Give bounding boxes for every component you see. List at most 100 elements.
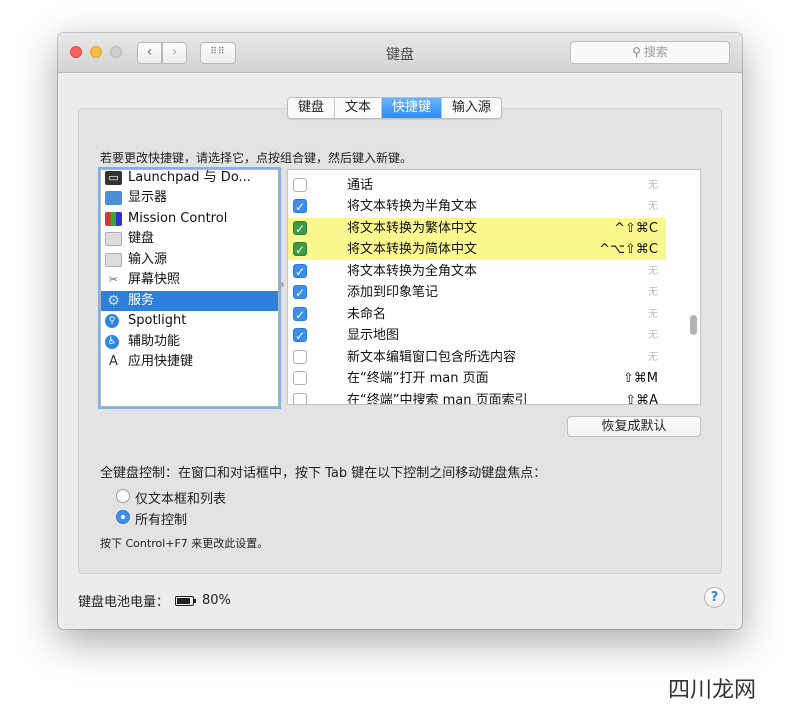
category-accessibility[interactable]: ♿ 辅助功能: [101, 332, 278, 352]
tab-bar: 键盘 文本 快捷键 输入源: [287, 97, 503, 119]
app-shortcuts-icon: A: [109, 354, 118, 369]
shortcut-key[interactable]: ⇧⌘A: [625, 390, 658, 404]
mission-control-icon: [105, 212, 122, 226]
shortcut-list-scrollbar[interactable]: [690, 315, 697, 335]
category-label: 服务: [128, 293, 155, 308]
tab-input-sources[interactable]: 输入源: [442, 98, 501, 118]
shortcut-name: 将文本转换为半角文本: [347, 199, 478, 214]
shortcut-key[interactable]: ^⇧⌘C: [614, 218, 658, 239]
accessibility-icon: ♿: [105, 335, 119, 349]
keyboard-battery: 键盘电池电量： 80%: [78, 591, 231, 610]
shortcut-row[interactable]: 在“终端”打开 man 页面 ⇧⌘M: [288, 368, 666, 389]
category-label: 显示器: [128, 190, 168, 205]
shortcut-key[interactable]: 无: [648, 347, 658, 368]
full-keyboard-hint: 按下 Control+F7 来更改此设置。: [100, 537, 269, 550]
search-field[interactable]: ⚲ 搜索: [570, 41, 730, 64]
shortcut-row[interactable]: 添加到印象笔记 无: [288, 282, 666, 304]
display-icon: [105, 191, 122, 205]
instructions-text: 若要更改快捷键，请选择它，点按组合键，然后键入新键。: [100, 151, 413, 165]
shortcut-row[interactable]: 将文本转换为全角文本 无: [288, 261, 666, 283]
split-view-divider-handle[interactable]: [279, 282, 284, 287]
title-bar: ‹ › ⠿⠿ 键盘 ⚲ 搜索: [58, 33, 742, 73]
battery-value: 80%: [202, 593, 231, 608]
tab-text[interactable]: 文本: [335, 98, 383, 118]
shortcut-name: 将文本转换为简体中文: [347, 242, 478, 257]
category-label: 输入源: [128, 252, 168, 267]
full-keyboard-access-label: 全键盘控制：在窗口和对话框中，按下 Tab 键在以下控制之间移动键盘焦点：: [100, 466, 547, 481]
help-button[interactable]: ?: [704, 587, 725, 608]
screenshot-icon: ✂: [108, 273, 119, 286]
shortcut-checkbox[interactable]: [293, 305, 307, 326]
keyboard-preferences-window: ‹ › ⠿⠿ 键盘 ⚲ 搜索 键盘 文本 快捷键 输入源 若要更改快捷键，请选择它…: [58, 33, 742, 629]
shortcut-checkbox[interactable]: [293, 283, 307, 304]
shortcut-checkbox[interactable]: [293, 393, 307, 404]
category-services[interactable]: ⚙ 服务: [101, 291, 278, 311]
restore-defaults-button[interactable]: 恢复成默认: [567, 416, 701, 437]
keyboard-icon: [105, 232, 122, 246]
category-mission-control[interactable]: Mission Control: [101, 209, 278, 229]
shortcut-name: 将文本转换为全角文本: [347, 264, 478, 279]
category-list[interactable]: ▭ Launchpad 与 Do... 显示器 Mission Control 键…: [100, 169, 279, 407]
search-placeholder: 搜索: [643, 45, 668, 59]
spotlight-icon: ⚲: [105, 314, 119, 328]
radio-all-controls[interactable]: [116, 510, 130, 524]
tab-keyboard[interactable]: 键盘: [288, 98, 336, 118]
shortcut-name: 显示地图: [347, 328, 400, 343]
shortcut-key[interactable]: ⇧⌘M: [623, 368, 658, 389]
shortcut-name: 通话: [347, 178, 374, 193]
shortcut-checkbox[interactable]: [293, 371, 307, 385]
shortcut-checkbox[interactable]: [293, 262, 307, 283]
search-icon: ⚲: [632, 45, 641, 59]
shortcut-key[interactable]: 无: [648, 261, 658, 282]
services-gear-icon: ⚙: [107, 293, 120, 309]
radio-text-boxes-lists[interactable]: [116, 489, 130, 503]
shortcut-key[interactable]: 无: [648, 325, 658, 346]
shortcut-row[interactable]: 显示地图 无: [288, 325, 666, 347]
category-screenshots[interactable]: ✂ 屏幕快照: [101, 270, 278, 290]
shortcut-key[interactable]: 无: [648, 304, 658, 325]
shortcut-name: 新文本编辑窗口包含所选内容: [347, 350, 517, 365]
shortcut-checkbox[interactable]: [293, 350, 307, 364]
battery-label: 键盘电池电量：: [78, 595, 170, 610]
category-label: Mission Control: [128, 211, 228, 226]
shortcut-name: 在“终端”打开 man 页面: [347, 371, 489, 386]
category-keyboard[interactable]: 键盘: [101, 229, 278, 249]
shortcut-checkbox[interactable]: [293, 197, 307, 218]
category-spotlight[interactable]: ⚲ Spotlight: [101, 311, 278, 331]
shortcut-list[interactable]: 通话 无 将文本转换为半角文本 无 将文本转换为繁体中文 ^⇧⌘C 将文本转换为…: [287, 169, 701, 405]
shortcut-name: 在“终端”中搜索 man 页面索引: [347, 393, 528, 405]
shortcut-name: 未命名: [347, 307, 387, 322]
shortcut-checkbox[interactable]: [293, 178, 307, 192]
shortcut-key[interactable]: 无: [648, 175, 658, 196]
shortcut-key[interactable]: 无: [648, 196, 658, 217]
shortcut-row[interactable]: 通话 无: [288, 175, 666, 196]
shortcut-checkbox[interactable]: [293, 219, 307, 240]
category-label: 辅助功能: [128, 334, 181, 349]
watermark-text: 四川龙网: [668, 678, 757, 703]
radio-label-text-boxes-lists: 仅文本框和列表: [135, 492, 227, 507]
category-input-sources[interactable]: 输入源: [101, 250, 278, 270]
shortcut-name: 将文本转换为繁体中文: [347, 221, 478, 236]
shortcut-key[interactable]: ^⌥⇧⌘C: [599, 239, 658, 260]
shortcut-row[interactable]: 在“终端”中搜索 man 页面索引 ⇧⌘A: [288, 390, 666, 405]
category-label: Launchpad 与 Do...: [128, 170, 251, 185]
shortcut-row[interactable]: 将文本转换为半角文本 无: [288, 196, 666, 218]
category-label: Spotlight: [128, 313, 187, 328]
shortcut-row[interactable]: 新文本编辑窗口包含所选内容 无: [288, 347, 666, 368]
tab-shortcuts[interactable]: 快捷键: [382, 98, 443, 118]
category-launchpad[interactable]: ▭ Launchpad 与 Do...: [101, 170, 278, 188]
shortcut-name: 添加到印象笔记: [347, 285, 439, 300]
shortcut-row[interactable]: 将文本转换为繁体中文 ^⇧⌘C: [288, 218, 666, 240]
launchpad-icon: ▭: [105, 171, 122, 185]
shortcut-row[interactable]: 将文本转换为简体中文 ^⌥⇧⌘C: [288, 239, 666, 261]
input-source-icon: [105, 253, 122, 267]
category-display[interactable]: 显示器: [101, 188, 278, 208]
category-app-shortcuts[interactable]: A 应用快捷键: [101, 352, 278, 372]
shortcut-checkbox[interactable]: [293, 326, 307, 347]
battery-icon: [175, 595, 197, 606]
category-label: 键盘: [128, 231, 155, 246]
radio-label-all-controls: 所有控制: [135, 513, 188, 528]
shortcut-key[interactable]: 无: [648, 282, 658, 303]
shortcut-row[interactable]: 未命名 无: [288, 304, 666, 326]
shortcut-checkbox[interactable]: [293, 240, 307, 261]
